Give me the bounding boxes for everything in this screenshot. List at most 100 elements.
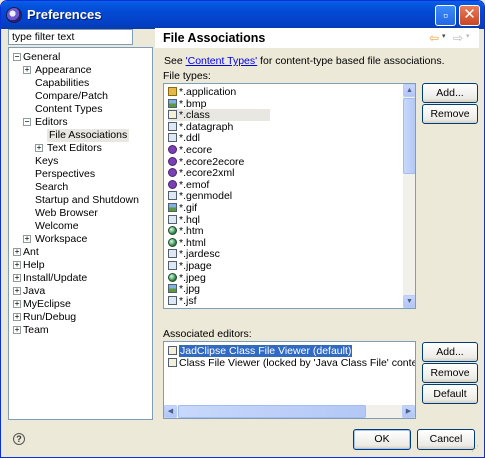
- expand-icon[interactable]: +: [13, 261, 21, 269]
- content-types-link[interactable]: 'Content Types': [186, 55, 258, 67]
- collapse-icon[interactable]: −: [23, 118, 31, 126]
- tree-item-help[interactable]: + Help: [9, 259, 149, 272]
- tree-item-ant[interactable]: + Ant: [9, 246, 149, 259]
- file-type-item[interactable]: *.emof: [168, 179, 209, 191]
- file-types-scrollbar[interactable]: ▲ ▼: [403, 84, 415, 308]
- scroll-down-button[interactable]: ▼: [403, 295, 415, 308]
- back-arrow-icon[interactable]: ⇦: [429, 31, 439, 45]
- tree-item-perspectives[interactable]: Perspectives: [9, 168, 149, 181]
- help-icon[interactable]: ?: [13, 433, 25, 445]
- title-bar[interactable]: Preferences ▫ ✕: [1, 1, 484, 29]
- remove-file-type-button[interactable]: Remove: [422, 104, 478, 124]
- web-globe-icon: [168, 226, 177, 236]
- scroll-left-button[interactable]: ◀: [164, 405, 177, 418]
- file-type-item[interactable]: *.application: [168, 86, 236, 98]
- file-type-item[interactable]: *.htm: [168, 225, 204, 237]
- scroll-up-button[interactable]: ▲: [403, 84, 415, 97]
- close-button[interactable]: ✕: [459, 5, 480, 26]
- tree-item-content-types[interactable]: Content Types: [9, 103, 149, 116]
- file-type-name: *.datagraph: [179, 120, 234, 133]
- tree-item-capabilities[interactable]: Capabilities: [9, 77, 149, 90]
- resize-grip-icon[interactable]: ⋰: [471, 444, 479, 453]
- window-title: Preferences: [27, 7, 102, 22]
- tree-item-myeclipse[interactable]: + MyEclipse: [9, 298, 149, 311]
- tree-item-general[interactable]: − General: [9, 51, 149, 64]
- expand-icon[interactable]: +: [13, 248, 21, 256]
- preferences-tree[interactable]: − General + Appearance Capabilities Compare/P…: [8, 47, 153, 420]
- tree-item-workspace[interactable]: + Workspace: [9, 233, 149, 246]
- expand-icon[interactable]: +: [13, 300, 21, 308]
- file-type-name: *.jardesc: [179, 248, 220, 261]
- file-type-item[interactable]: *.datagraph: [168, 121, 233, 133]
- associated-editors-list[interactable]: JadClipse Class File Viewer (default) Cla…: [163, 341, 416, 419]
- tree-item-compare-patch[interactable]: Compare/Patch: [9, 90, 149, 103]
- file-type-name: *.html: [179, 236, 206, 249]
- file-type-item[interactable]: *.ddl: [168, 132, 200, 144]
- scrollbar-thumb[interactable]: [403, 98, 415, 174]
- tree-item-editors[interactable]: − Editors: [9, 116, 149, 129]
- collapse-icon[interactable]: −: [13, 53, 21, 61]
- image-icon: [168, 203, 177, 212]
- file-type-item[interactable]: *.ecore2xml: [168, 167, 234, 179]
- tree-item-appearance[interactable]: + Appearance: [9, 64, 149, 77]
- file-type-item[interactable]: *.ecore: [168, 144, 212, 156]
- tree-item-label: Welcome: [35, 220, 79, 232]
- tree-item-keys[interactable]: Keys: [9, 155, 149, 168]
- expand-icon[interactable]: +: [13, 287, 21, 295]
- expand-icon[interactable]: +: [23, 235, 31, 243]
- file-icon: [168, 121, 177, 131]
- tree-item-web-browser[interactable]: Web Browser: [9, 207, 149, 220]
- expand-icon[interactable]: +: [13, 274, 21, 282]
- file-type-item[interactable]: *.genmodel: [168, 190, 232, 202]
- expand-icon[interactable]: +: [35, 144, 43, 152]
- remove-editor-button[interactable]: Remove: [422, 363, 478, 383]
- tree-item-welcome[interactable]: Welcome: [9, 220, 149, 233]
- file-icon: [168, 261, 177, 270]
- tree-item-team[interactable]: + Team: [9, 324, 149, 337]
- file-type-item[interactable]: *.jsf: [168, 295, 197, 307]
- tree-item-search[interactable]: Search: [9, 181, 149, 194]
- tree-item-label: Editors: [35, 116, 68, 128]
- info-prefix: See: [164, 55, 186, 67]
- expand-icon[interactable]: +: [23, 66, 31, 74]
- tree-item-run-debug[interactable]: + Run/Debug: [9, 311, 149, 324]
- tree-item-label: Appearance: [35, 64, 92, 76]
- tree-item-label: MyEclipse: [23, 298, 71, 310]
- file-type-item[interactable]: *.jpg: [168, 283, 200, 295]
- file-type-item[interactable]: *.hql: [168, 214, 200, 226]
- filter-input[interactable]: [8, 29, 133, 45]
- file-type-item[interactable]: *.jpage: [168, 260, 212, 272]
- file-icon: [168, 249, 177, 259]
- file-type-item[interactable]: *.gif: [168, 202, 197, 214]
- tree-item-install-update[interactable]: + Install/Update: [9, 272, 149, 285]
- ok-button[interactable]: OK: [353, 429, 411, 450]
- add-editor-button[interactable]: Add...: [422, 342, 478, 362]
- horizontal-scrollbar-thumb[interactable]: [178, 405, 366, 418]
- file-type-item[interactable]: *.ecore2ecore: [168, 156, 244, 168]
- tree-item-startup-and-shutdown[interactable]: Startup and Shutdown: [9, 194, 149, 207]
- file-type-item[interactable]: *.jardesc: [168, 248, 220, 260]
- file-type-name: *.ddl: [179, 132, 201, 145]
- info-suffix: for content-type based file associations…: [257, 55, 445, 67]
- editors-horizontal-scrollbar[interactable]: ◀ ▶: [164, 405, 415, 418]
- add-file-type-button[interactable]: Add...: [422, 83, 478, 103]
- tree-item-java[interactable]: + Java: [9, 285, 149, 298]
- file-icon: [168, 133, 177, 143]
- expand-icon[interactable]: +: [13, 326, 21, 334]
- back-menu-chevron-icon[interactable]: ▾: [442, 32, 446, 40]
- maximize-button[interactable]: ▫: [435, 5, 456, 26]
- tree-item-text-editors[interactable]: + Text Editors: [9, 142, 149, 155]
- file-types-list[interactable]: *.application *.bmp *.class *.datagraph *.dd…: [163, 83, 416, 309]
- file-type-item[interactable]: *.jpeg: [168, 272, 206, 284]
- tree-item-file-associations[interactable]: File Associations: [9, 129, 149, 142]
- associated-editor-item[interactable]: JadClipse Class File Viewer (default): [168, 344, 354, 358]
- file-type-item[interactable]: *.class: [168, 109, 270, 122]
- file-type-name: *.jpg: [179, 283, 201, 296]
- file-type-item[interactable]: *.bmp: [168, 98, 206, 110]
- expand-icon[interactable]: +: [13, 313, 21, 321]
- associated-editor-item[interactable]: Class File Viewer (locked by 'Java Class…: [168, 357, 415, 369]
- file-type-item[interactable]: *.html: [168, 237, 206, 249]
- scroll-right-button[interactable]: ▶: [402, 405, 415, 418]
- cancel-button[interactable]: Cancel: [417, 429, 475, 450]
- default-editor-button[interactable]: Default: [422, 384, 478, 404]
